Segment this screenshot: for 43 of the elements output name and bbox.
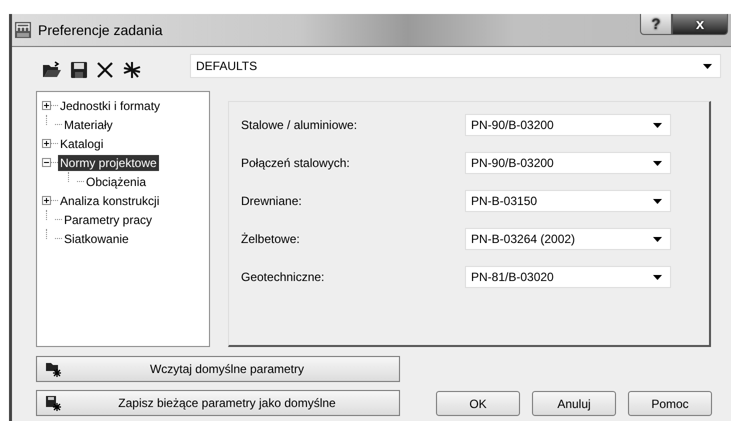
cancel-button[interactable]: Anuluj: [532, 391, 616, 416]
tree-item[interactable]: Jednostki i formaty: [58, 98, 162, 114]
preset-dropdown[interactable]: DEFAULTS: [190, 54, 721, 78]
expand-icon[interactable]: [42, 196, 51, 205]
expand-icon[interactable]: [42, 101, 51, 110]
norm-dropdown[interactable]: PN-90/B-03200: [465, 152, 671, 174]
dropdown-caret-icon: [653, 122, 662, 128]
help-button[interactable]: ?: [640, 14, 672, 35]
tree-item[interactable]: Materiały: [62, 116, 115, 132]
dropdown-caret-icon: [703, 64, 712, 68]
ok-button[interactable]: OK: [436, 391, 520, 416]
dropdown-caret-icon: [653, 236, 662, 242]
delete-icon[interactable]: [96, 61, 114, 79]
window-title: Preferencje zadania: [38, 22, 164, 38]
norm-dropdown[interactable]: PN-90/B-03200: [465, 114, 671, 136]
save-defaults-button[interactable]: Zapisz bieżące parametry jako domyślne: [36, 390, 400, 416]
load-defaults-button[interactable]: Wczytaj domyślne parametry: [36, 356, 400, 382]
tree-item[interactable]: Obciążenia: [84, 174, 148, 190]
app-icon: [14, 21, 32, 39]
help-button[interactable]: Pomoc: [628, 391, 712, 416]
norm-dropdown[interactable]: PN-B-03150: [465, 190, 671, 212]
dropdown-caret-icon: [653, 274, 662, 280]
tree-item[interactable]: Analiza konstrukcji: [58, 192, 162, 208]
collapse-icon[interactable]: [42, 158, 51, 167]
asterisk-icon[interactable]: [122, 60, 142, 80]
open-folder-icon[interactable]: [42, 61, 62, 79]
norm-dropdown[interactable]: PN-81/B-03020: [465, 266, 671, 288]
field-label: Stalowe / aluminiowe:: [241, 118, 358, 132]
dropdown-caret-icon: [653, 160, 662, 166]
floppy-star-icon: [45, 395, 63, 411]
tree-item[interactable]: Katalogi: [58, 136, 106, 152]
dropdown-caret-icon: [653, 198, 662, 204]
tree-item[interactable]: Parametry pracy: [62, 212, 154, 228]
tree-item[interactable]: Siatkowanie: [62, 230, 131, 246]
close-button[interactable]: x: [672, 14, 728, 35]
field-label: Geotechniczne:: [241, 270, 324, 284]
folder-star-icon: [45, 361, 63, 377]
field-label: Drewniane:: [241, 194, 302, 208]
norm-dropdown[interactable]: PN-B-03264 (2002): [465, 228, 671, 250]
tree-item[interactable]: Normy projektowe: [58, 154, 159, 170]
field-label: Żelbetowe:: [241, 232, 300, 246]
expand-icon[interactable]: [42, 139, 51, 148]
field-label: Połączeń stalowych:: [241, 156, 350, 170]
